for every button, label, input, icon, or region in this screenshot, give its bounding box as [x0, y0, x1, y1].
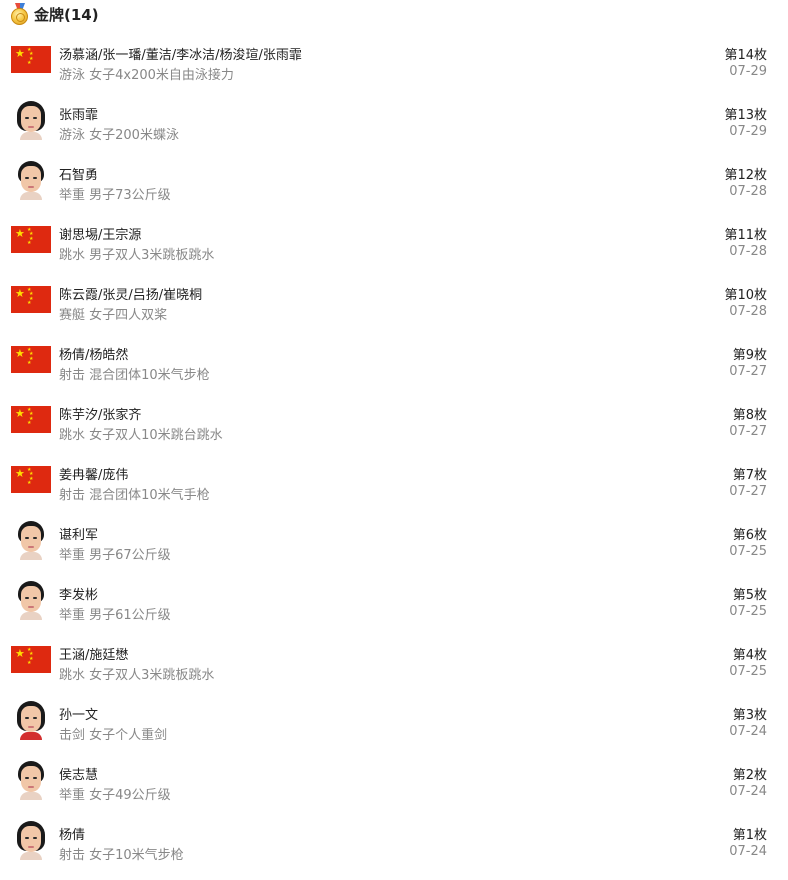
athlete-names[interactable]: 谢思埸/王宗源	[59, 224, 141, 243]
medal-row[interactable]: ★ ★ ★ ★ ★ 杨倩/杨皓然射击 混合团体10米气步枪 第9枚 07-27	[0, 340, 788, 400]
medal-row[interactable]: ★ ★ ★ ★ ★ 陈芋汐/张家齐跳水 女子双人10米跳台跳水 第8枚 07-27	[0, 400, 788, 460]
gold-medal-header: 金牌(14)	[10, 2, 99, 26]
event-name: 跳水 女子双人10米跳台跳水	[59, 428, 223, 443]
athlete-avatar[interactable]	[11, 700, 51, 740]
athlete-names[interactable]: 杨倩/杨皓然	[59, 344, 128, 363]
athlete-names[interactable]: 谌利军	[59, 524, 98, 543]
event-name: 击剑 女子个人重剑	[59, 728, 168, 743]
medal-date: 07-28	[729, 244, 767, 259]
athlete-avatar[interactable]	[11, 760, 51, 800]
medal-number: 第11枚	[724, 228, 767, 243]
event-name: 游泳 女子200米蝶泳	[59, 128, 179, 143]
medal-row[interactable]: 杨倩射击 女子10米气步枪 第1枚 07-24	[0, 820, 788, 880]
medal-number: 第4枚	[732, 648, 767, 663]
china-flag-icon: ★ ★ ★ ★ ★	[11, 340, 51, 380]
athlete-names[interactable]: 王涵/施廷懋	[59, 644, 128, 663]
medal-number: 第14枚	[724, 48, 767, 63]
medal-number: 第7枚	[732, 468, 767, 483]
medal-date: 07-24	[729, 784, 767, 799]
medal-number: 第5枚	[732, 588, 767, 603]
athlete-names[interactable]: 侯志慧	[59, 764, 98, 783]
medal-date: 07-28	[729, 304, 767, 319]
event-name: 举重 男子67公斤级	[59, 548, 171, 563]
medal-list: ★ ★ ★ ★ ★ 汤慕涵/张一璠/董洁/李冰洁/杨浚瑄/张雨霏游泳 女子4x200米自由…	[0, 40, 788, 880]
athlete-names[interactable]: 陈芋汐/张家齐	[59, 404, 141, 423]
medal-row[interactable]: 张雨霏游泳 女子200米蝶泳 第13枚 07-29	[0, 100, 788, 160]
section-title: 金牌(14)	[34, 5, 99, 24]
event-name: 举重 男子73公斤级	[59, 188, 171, 203]
medal-row[interactable]: 石智勇举重 男子73公斤级 第12枚 07-28	[0, 160, 788, 220]
medal-date: 07-25	[729, 544, 767, 559]
medal-row[interactable]: ★ ★ ★ ★ ★ 谢思埸/王宗源跳水 男子双人3米跳板跳水 第11枚 07-28	[0, 220, 788, 280]
china-flag-icon: ★ ★ ★ ★ ★	[11, 640, 51, 680]
athlete-avatar[interactable]	[11, 100, 51, 140]
china-flag-icon: ★ ★ ★ ★ ★	[11, 400, 51, 440]
medal-row[interactable]: 侯志慧举重 女子49公斤级 第2枚 07-24	[0, 760, 788, 820]
athlete-names[interactable]: 石智勇	[59, 164, 98, 183]
medal-number: 第9枚	[732, 348, 767, 363]
event-name: 射击 女子10米气步枪	[59, 848, 184, 863]
event-name: 举重 女子49公斤级	[59, 788, 171, 803]
medal-date: 07-27	[729, 364, 767, 379]
event-name: 赛艇 女子四人双桨	[59, 308, 168, 323]
medal-date: 07-27	[729, 424, 767, 439]
athlete-avatar[interactable]	[11, 160, 51, 200]
athlete-names[interactable]: 张雨霏	[59, 104, 98, 123]
medal-number: 第3枚	[732, 708, 767, 723]
medal-number: 第6枚	[732, 528, 767, 543]
medal-date: 07-24	[729, 724, 767, 739]
medal-date: 07-28	[729, 184, 767, 199]
athlete-names[interactable]: 陈云霞/张灵/吕扬/崔晓桐	[59, 284, 202, 303]
china-flag-icon: ★ ★ ★ ★ ★	[11, 280, 51, 320]
medal-number: 第1枚	[732, 828, 767, 843]
medal-date: 07-25	[729, 664, 767, 679]
medal-row[interactable]: ★ ★ ★ ★ ★ 汤慕涵/张一璠/董洁/李冰洁/杨浚瑄/张雨霏游泳 女子4x200米自由…	[0, 40, 788, 100]
athlete-avatar[interactable]	[11, 580, 51, 620]
china-flag-icon: ★ ★ ★ ★ ★	[11, 40, 51, 80]
athlete-avatar[interactable]	[11, 820, 51, 860]
medal-date: 07-27	[729, 484, 767, 499]
event-name: 射击 混合团体10米气步枪	[59, 368, 210, 383]
athlete-names[interactable]: 姜冉馨/庞伟	[59, 464, 128, 483]
event-name: 跳水 男子双人3米跳板跳水	[59, 248, 215, 263]
medal-row[interactable]: 谌利军举重 男子67公斤级 第6枚 07-25	[0, 520, 788, 580]
medal-row[interactable]: 孙一文击剑 女子个人重剑 第3枚 07-24	[0, 700, 788, 760]
medal-date: 07-24	[729, 844, 767, 859]
medal-number: 第10枚	[724, 288, 767, 303]
event-name: 射击 混合团体10米气手枪	[59, 488, 210, 503]
medal-row[interactable]: 李发彬举重 男子61公斤级 第5枚 07-25	[0, 580, 788, 640]
china-flag-icon: ★ ★ ★ ★ ★	[11, 460, 51, 500]
medal-number: 第13枚	[724, 108, 767, 123]
gold-medal-icon	[10, 3, 30, 25]
medal-row[interactable]: ★ ★ ★ ★ ★ 王涵/施廷懋跳水 女子双人3米跳板跳水 第4枚 07-25	[0, 640, 788, 700]
athlete-avatar[interactable]	[11, 520, 51, 560]
medal-number: 第2枚	[732, 768, 767, 783]
medal-number: 第12枚	[724, 168, 767, 183]
medal-date: 07-29	[729, 124, 767, 139]
medal-row[interactable]: ★ ★ ★ ★ ★ 陈云霞/张灵/吕扬/崔晓桐赛艇 女子四人双桨 第10枚 07-28	[0, 280, 788, 340]
medal-date: 07-25	[729, 604, 767, 619]
event-name: 游泳 女子4x200米自由泳接力	[59, 68, 234, 83]
athlete-names[interactable]: 汤慕涵/张一璠/董洁/李冰洁/杨浚瑄/张雨霏	[59, 44, 302, 63]
medal-number: 第8枚	[732, 408, 767, 423]
athlete-names[interactable]: 李发彬	[59, 584, 98, 603]
event-name: 跳水 女子双人3米跳板跳水	[59, 668, 215, 683]
medal-date: 07-29	[729, 64, 767, 79]
medal-row[interactable]: ★ ★ ★ ★ ★ 姜冉馨/庞伟射击 混合团体10米气手枪 第7枚 07-27	[0, 460, 788, 520]
event-name: 举重 男子61公斤级	[59, 608, 171, 623]
athlete-names[interactable]: 孙一文	[59, 704, 98, 723]
athlete-names[interactable]: 杨倩	[59, 824, 85, 843]
china-flag-icon: ★ ★ ★ ★ ★	[11, 220, 51, 260]
